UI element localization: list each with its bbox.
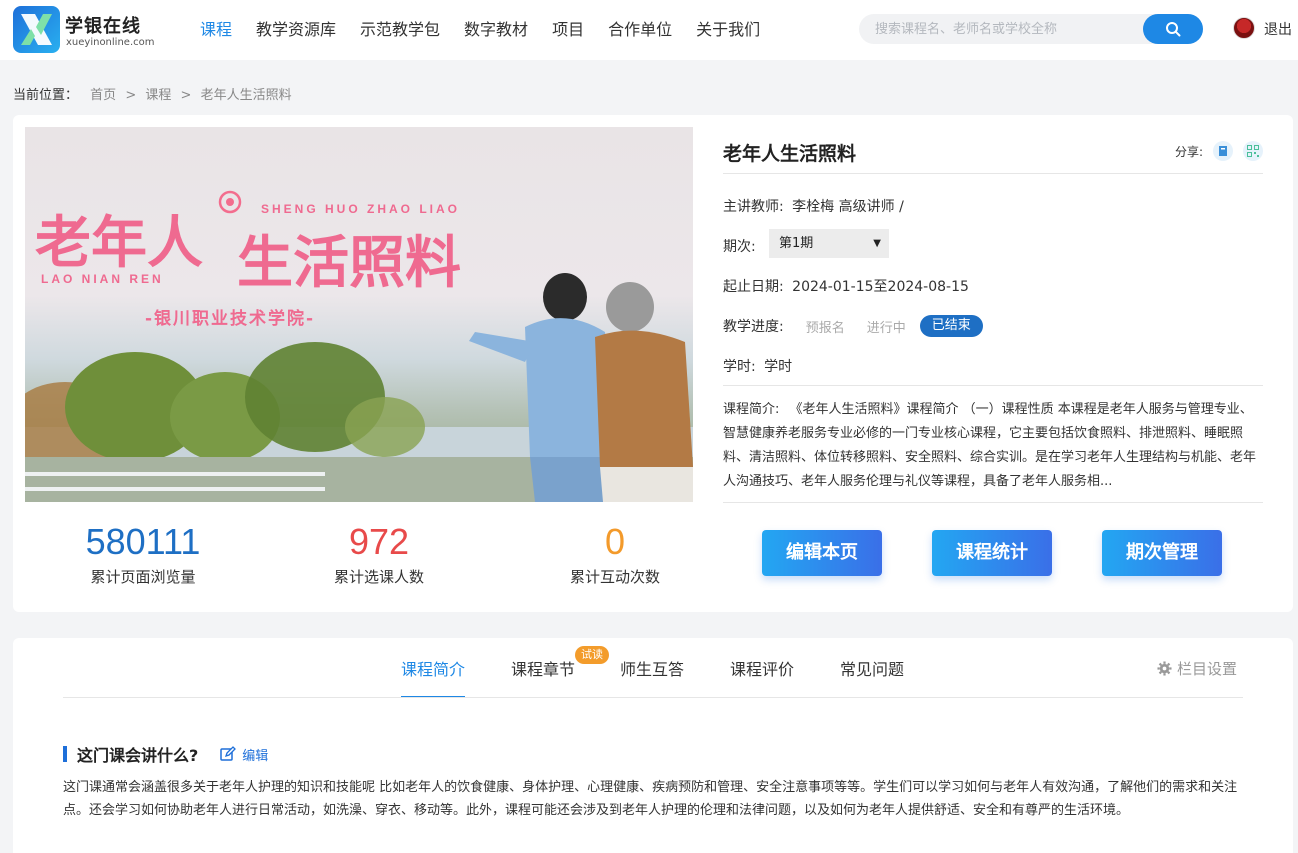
course-stats: 580111 累计页面浏览量 972 累计选课人数 0 累计互动次数: [25, 520, 693, 600]
nav-digital-textbooks[interactable]: 数字教材: [464, 0, 528, 60]
nav-courses[interactable]: 课程: [200, 0, 232, 60]
main-nav: 课程 教学资源库 示范教学包 数字教材 项目 合作单位 关于我们: [200, 0, 784, 60]
user-avatar[interactable]: [1233, 17, 1255, 39]
hours-label: 学时:: [723, 359, 756, 375]
course-summary: 课程简介: 《老年人生活照料》课程简介 （一）课程性质 本课程是老年人服务与管理…: [723, 398, 1263, 494]
section-header: 这门课会讲什么? 编辑: [63, 742, 268, 766]
course-cover-image: 老年人 生活照料 SHENG HUO ZHAO LIAO LAO NIAN RE…: [25, 127, 693, 502]
cover-pinyin-right: SHENG HUO ZHAO LIAO: [261, 202, 460, 216]
breadcrumb-separator: >: [125, 88, 137, 103]
progress-label: 教学进度:: [723, 319, 784, 335]
tab-faq[interactable]: 常见问题: [840, 656, 904, 698]
stat-page-views-label: 累计页面浏览量: [90, 568, 196, 586]
stat-interactions: 0 累计互动次数: [510, 520, 720, 587]
teacher-name[interactable]: 李栓梅 高级讲师 /: [792, 199, 904, 215]
stat-enrolled: 972 累计选课人数: [274, 520, 484, 587]
hours-row: 学时: 学时: [723, 356, 792, 376]
date-row: 起止日期: 2024-01-15至2024-08-15: [723, 276, 969, 296]
tabs-divider: [63, 697, 1243, 698]
section-accent-bar: [63, 746, 67, 762]
brand-name: 学银在线: [65, 16, 141, 37]
nav-projects[interactable]: 项目: [552, 0, 584, 60]
top-header: 学银在线 xueyinonline.com 课程 教学资源库 示范教学包 数字教…: [0, 0, 1298, 60]
date-label: 起止日期:: [723, 279, 784, 295]
info-divider: [723, 173, 1263, 174]
nav-demo-packages[interactable]: 示范教学包: [360, 0, 440, 60]
teaching-progress: 教学进度: 预报名 进行中 已结束: [723, 315, 983, 337]
column-settings-label: 栏目设置: [1177, 660, 1238, 678]
nav-partners[interactable]: 合作单位: [608, 0, 672, 60]
progress-step-preregister: 预报名: [805, 320, 845, 336]
search-box: [859, 14, 1203, 44]
term-label: 期次:: [723, 239, 756, 255]
section-title: 这门课会讲什么?: [77, 746, 199, 765]
stat-enrolled-value: 972: [348, 521, 410, 562]
breadcrumb-home[interactable]: 首页: [90, 88, 116, 103]
breadcrumb-separator: >: [180, 88, 192, 103]
stat-enrolled-label: 累计选课人数: [333, 568, 424, 586]
share-label: 分享:: [1174, 144, 1203, 159]
course-tabs: 课程简介 课程章节 试读 师生互答 课程评价 常见问题 栏目设置: [13, 638, 1293, 698]
trial-badge: 试读: [575, 646, 609, 664]
stat-interactions-label: 累计互动次数: [569, 568, 660, 586]
progress-step-finished: 已结束: [919, 315, 983, 337]
search-input[interactable]: [875, 14, 1145, 44]
search-button[interactable]: [1143, 14, 1203, 44]
teacher-row: 主讲教师: 李栓梅 高级讲师 /: [723, 196, 904, 216]
date-range: 2024-01-15至2024-08-15: [792, 279, 969, 295]
cover-illustration: 老年人 生活照料 SHENG HUO ZHAO LIAO LAO NIAN RE…: [25, 190, 693, 502]
cover-pinyin-left: LAO NIAN REN: [41, 272, 164, 286]
tab-qa[interactable]: 师生互答: [620, 656, 684, 698]
breadcrumb-current: 老年人生活照料: [200, 88, 292, 103]
summary-text: 《老年人生活照料》课程简介 （一）课程性质 本课程是老年人服务与管理专业、智慧健…: [723, 402, 1257, 489]
cover-title-left: 老年人: [35, 211, 203, 276]
hours-value: 学时: [764, 359, 793, 375]
term-select-value: 第1期: [779, 236, 814, 251]
section-edit-label: 编辑: [242, 748, 269, 764]
tab-intro[interactable]: 课程简介: [401, 656, 466, 698]
brand-domain: xueyinonline.com: [66, 37, 155, 48]
book-icon: [1219, 146, 1227, 156]
caret-down-icon: ▼: [873, 238, 881, 249]
info-divider: [723, 385, 1263, 386]
stat-page-views: 580111 累计页面浏览量: [38, 520, 248, 587]
term-select[interactable]: 第1期 ▼: [769, 229, 889, 258]
logo-x-icon: [21, 14, 52, 45]
breadcrumb-label: 当前位置：: [13, 88, 79, 103]
tab-chapters[interactable]: 课程章节: [511, 656, 575, 698]
cover-school: -银川职业技术学院-: [145, 308, 315, 329]
course-overview-card: 老年人 生活照料 SHENG HUO ZHAO LIAO LAO NIAN RE…: [13, 115, 1293, 612]
teacher-label: 主讲教师:: [723, 199, 784, 215]
breadcrumb-courses[interactable]: 课程: [145, 88, 171, 103]
edit-page-button[interactable]: 编辑本页: [762, 530, 882, 576]
share-qrcode-button[interactable]: [1243, 141, 1263, 161]
site-logo[interactable]: [13, 6, 60, 53]
info-divider: [723, 502, 1263, 503]
summary-label: 课程简介:: [723, 402, 780, 417]
cover-title-right: 生活照料: [237, 231, 461, 296]
stat-page-views-value: 580111: [85, 521, 201, 562]
gear-icon: [1157, 661, 1172, 676]
course-title: 老年人生活照料: [723, 143, 857, 165]
term-manage-button[interactable]: 期次管理: [1102, 530, 1222, 576]
qrcode-icon: [1247, 145, 1259, 157]
progress-step-ongoing: 进行中: [866, 320, 906, 336]
section-body-text: 这门课通常会涵盖很多关于老年人护理的知识和技能呢 比如老年人的饮食健康、身体护理…: [63, 780, 1238, 818]
stat-interactions-value: 0: [604, 521, 626, 562]
column-settings-button[interactable]: 栏目设置: [1157, 658, 1237, 679]
share-bar: 分享:: [1175, 141, 1263, 161]
nav-resource-library[interactable]: 教学资源库: [256, 0, 336, 60]
breadcrumb: 当前位置： 首页 > 课程 > 老年人生活照料: [13, 84, 292, 103]
nav-about[interactable]: 关于我们: [696, 0, 760, 60]
search-icon: [1166, 22, 1181, 37]
edit-icon: [220, 746, 237, 761]
share-bookmark-button[interactable]: [1213, 141, 1233, 161]
tab-reviews[interactable]: 课程评价: [730, 656, 794, 698]
course-stats-button[interactable]: 课程统计: [932, 530, 1052, 576]
course-detail-card: 课程简介 课程章节 试读 师生互答 课程评价 常见问题 栏目设置 这门课会讲什么…: [13, 638, 1293, 853]
logout-link[interactable]: 退出: [1264, 19, 1292, 39]
section-edit-link[interactable]: 编辑: [220, 745, 268, 764]
